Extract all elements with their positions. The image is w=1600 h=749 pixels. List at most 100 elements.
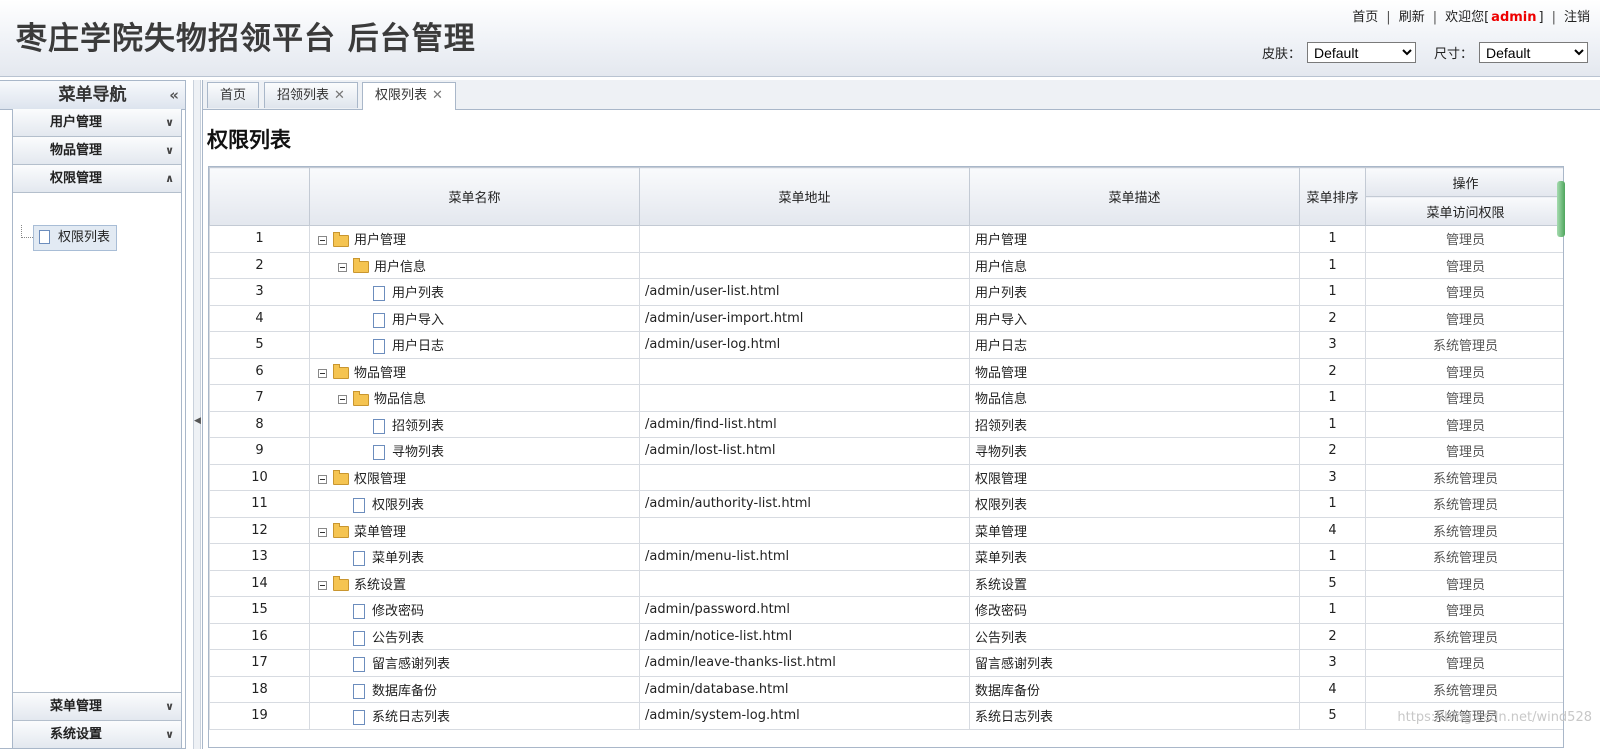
menu-desc-cell: 物品信息 <box>969 384 1300 412</box>
table-row[interactable]: 10 权限管理 权限管理 3 系统管理员 <box>209 463 1563 491</box>
menu-desc-cell: 用户管理 <box>969 225 1300 253</box>
menu-name-cell: 数据库备份 <box>309 675 640 703</box>
scrollbar-thumb[interactable] <box>1557 181 1565 237</box>
collapse-toggle-icon[interactable] <box>318 236 327 246</box>
tab-bar: 首页 招领列表 ✕ 权限列表 ✕ <box>203 80 1600 110</box>
row-index: 5 <box>209 331 310 359</box>
row-index: 12 <box>209 516 310 544</box>
menu-sort-cell: 2 <box>1299 357 1366 385</box>
table-row[interactable]: 16 公告列表/admin/notice-list.html 公告列表 2 系统管理员 <box>209 622 1563 650</box>
collapse-toggle-icon[interactable] <box>318 474 327 484</box>
close-icon[interactable]: ✕ <box>432 88 443 103</box>
watermark: https://blog.csdn.net/wind528 <box>1397 710 1592 725</box>
row-index: 2 <box>209 251 310 279</box>
collapse-toggle-icon[interactable] <box>338 262 347 272</box>
tab-permission-list[interactable]: 权限列表 ✕ <box>362 82 456 110</box>
table-row[interactable]: 3 用户列表/admin/user-list.html 用户列表 1 管理员 <box>209 278 1563 306</box>
menu-url-cell: /admin/database.html <box>639 675 970 703</box>
menu-sort-cell: 2 <box>1299 437 1366 465</box>
table-row[interactable]: 8 招领列表/admin/find-list.html 招领列表 1 管理员 <box>209 410 1563 438</box>
collapse-toggle-icon[interactable] <box>338 395 347 405</box>
menu-sort-cell: 2 <box>1299 622 1366 650</box>
menu-name-cell: 菜单管理 <box>309 516 640 544</box>
menu-name-label: 系统设置 <box>354 577 407 593</box>
table-row[interactable]: 9 寻物列表/admin/lost-list.html 寻物列表 2 管理员 <box>209 437 1563 465</box>
table-row[interactable]: 5 用户日志/admin/user-log.html 用户日志 3 系统管理员 <box>209 331 1563 359</box>
sidebar-item-menu-management[interactable]: 菜单管理 ∨ <box>13 693 181 721</box>
table-row[interactable]: 11 权限列表/admin/authority-list.html 权限列表 1 系统管… <box>209 490 1563 518</box>
collapse-toggle-icon[interactable] <box>318 368 327 378</box>
row-index: 1 <box>209 225 310 253</box>
sidebar-item-label: 菜单管理 <box>50 699 103 714</box>
table-row[interactable]: 18 数据库备份/admin/database.html 数据库备份 4 系统管理员 <box>209 675 1563 703</box>
access-role-cell: 管理员 <box>1365 649 1563 677</box>
menu-desc-cell: 物品管理 <box>969 357 1300 385</box>
menu-name-cell: 权限管理 <box>309 463 640 491</box>
tab-label: 首页 <box>220 88 247 103</box>
collapse-arrow-icon[interactable]: ◀ <box>194 416 201 426</box>
collapse-sidebar-icon[interactable]: « <box>169 81 179 109</box>
collapse-toggle-icon[interactable] <box>318 527 327 537</box>
menu-sort-cell: 1 <box>1299 596 1366 624</box>
menu-desc-cell: 权限管理 <box>969 463 1300 491</box>
sidebar-item-item-management[interactable]: 物品管理 ∨ <box>13 137 181 165</box>
row-index: 16 <box>209 622 310 650</box>
table-row[interactable]: 7 物品信息 物品信息 1 管理员 <box>209 384 1563 412</box>
table-row[interactable]: 15 修改密码/admin/password.html 修改密码 1 管理员 <box>209 596 1563 624</box>
table-row[interactable]: 12 菜单管理 菜单管理 4 系统管理员 <box>209 516 1563 544</box>
tab-find-list[interactable]: 招领列表 ✕ <box>264 82 358 108</box>
folder-open-icon <box>333 364 349 380</box>
menu-desc-cell: 修改密码 <box>969 596 1300 624</box>
sidebar-item-label: 系统设置 <box>50 727 103 742</box>
file-icon <box>39 230 50 244</box>
header-menu-sort: 菜单排序 <box>1299 167 1366 226</box>
menu-url-cell: /admin/lost-list.html <box>639 437 970 465</box>
file-icon <box>353 604 365 620</box>
menu-url-cell: /admin/menu-list.html <box>639 543 970 571</box>
size-select[interactable]: Default <box>1479 42 1588 63</box>
table-row[interactable]: 1 用户管理 用户管理 1 管理员 <box>209 225 1563 253</box>
sidebar: 菜单导航 « 用户管理 ∨︎ 物品管理 ∨ 权限管理 ∧ 权限列表 菜单管理 ∨… <box>0 80 186 749</box>
access-role-cell: 系统管理员 <box>1365 516 1563 544</box>
table-row[interactable]: 4 用户导入/admin/user-import.html 用户导入 2 管理员 <box>209 304 1563 332</box>
menu-name-cell: 寻物列表 <box>309 437 640 465</box>
separator: | <box>1551 10 1556 25</box>
row-index: 3 <box>209 278 310 306</box>
menu-sort-cell: 4 <box>1299 675 1366 703</box>
sidebar-item-permission-management[interactable]: 权限管理 ∧ <box>13 165 181 193</box>
tab-home[interactable]: 首页 <box>207 82 260 108</box>
current-user: admin <box>1491 10 1537 25</box>
logout-link[interactable]: 注销 <box>1564 6 1590 25</box>
skin-select[interactable]: Default <box>1306 42 1416 63</box>
sidebar-leaf-permission-list[interactable]: 权限列表 <box>33 225 117 251</box>
splitter-handle[interactable]: ◀ <box>193 80 201 749</box>
sidebar-item-user-management[interactable]: 用户管理 ∨︎ <box>13 109 181 137</box>
refresh-link[interactable]: 刷新 <box>1399 6 1425 25</box>
collapse-toggle-icon[interactable] <box>318 580 327 590</box>
row-index: 10 <box>209 463 310 491</box>
menu-name-cell: 系统日志列表 <box>309 702 640 730</box>
file-icon <box>353 551 365 567</box>
home-link[interactable]: 首页 <box>1352 6 1378 25</box>
menu-sort-cell: 3 <box>1299 331 1366 359</box>
table-row[interactable]: 17 留言感谢列表/admin/leave-thanks-list.html 留言感… <box>209 649 1563 677</box>
file-icon <box>353 498 365 514</box>
table-row[interactable]: 14 系统设置 系统设置 5 管理员 <box>209 569 1563 597</box>
menu-name-label: 用户信息 <box>374 259 427 275</box>
access-role-cell: 管理员 <box>1365 437 1563 465</box>
menu-name-cell: 用户导入 <box>309 304 640 332</box>
folder-open-icon <box>353 390 369 406</box>
menu-name-cell: 系统设置 <box>309 569 640 597</box>
sidebar-item-system-settings[interactable]: 系统设置 ∨ <box>13 721 181 748</box>
menu-name-label: 权限列表 <box>372 498 425 514</box>
close-icon[interactable]: ✕ <box>334 88 345 103</box>
table-row[interactable]: 6 物品管理 物品管理 2 管理员 <box>209 357 1563 385</box>
tree-connector <box>21 225 33 238</box>
menu-name-label: 用户导入 <box>392 312 445 328</box>
menu-desc-cell: 菜单管理 <box>969 516 1300 544</box>
row-index: 6 <box>209 357 310 385</box>
table-row[interactable]: 13 菜单列表/admin/menu-list.html 菜单列表 1 系统管理员 <box>209 543 1563 571</box>
table-row[interactable]: 19 系统日志列表/admin/system-log.html 系统日志列表 5 系统管… <box>209 702 1563 730</box>
table-row[interactable]: 2 用户信息 用户信息 1 管理员 <box>209 251 1563 279</box>
menu-desc-cell: 系统设置 <box>969 569 1300 597</box>
